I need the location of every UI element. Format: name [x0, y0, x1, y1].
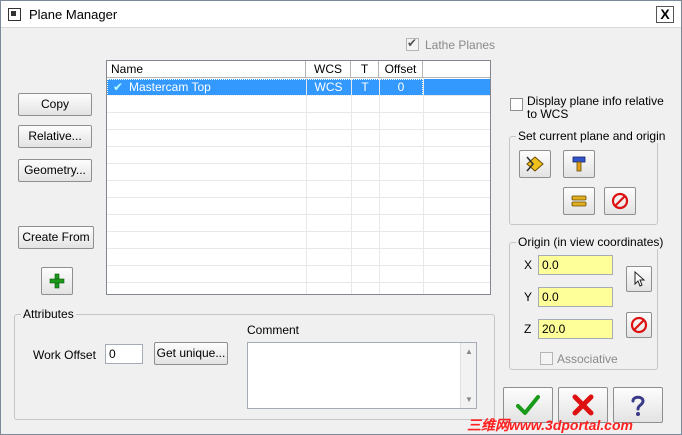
- create-from-button[interactable]: Create From: [18, 226, 94, 249]
- question-mark-icon: [631, 395, 645, 416]
- empty-row: [107, 147, 490, 164]
- scroll-up-icon[interactable]: ▲: [465, 347, 473, 356]
- display-relative-label-line2: to WCS: [527, 107, 569, 121]
- checkmark-icon: [516, 395, 540, 415]
- get-unique-button[interactable]: Get unique...: [154, 342, 228, 365]
- empty-row: [107, 113, 490, 130]
- column-header-t[interactable]: T: [351, 61, 379, 78]
- close-button[interactable]: X: [656, 6, 674, 23]
- set-from-view-button[interactable]: [519, 150, 551, 178]
- select-origin-button[interactable]: [626, 266, 652, 292]
- origin-x-input[interactable]: 0.0: [538, 255, 613, 275]
- scroll-down-icon[interactable]: ▼: [465, 395, 473, 404]
- empty-row: [107, 232, 490, 249]
- origin-group-title: Origin (in view coordinates): [516, 235, 666, 249]
- column-header-offset[interactable]: Offset: [379, 61, 423, 78]
- associative-label: Associative: [557, 352, 618, 366]
- empty-row: [107, 215, 490, 232]
- comment-scrollbar[interactable]: ▲ ▼: [460, 343, 476, 408]
- empty-row: [107, 130, 490, 147]
- column-header-name[interactable]: Name: [107, 61, 306, 78]
- associative-checkbox[interactable]: [540, 352, 553, 365]
- plane-list-header: Name WCS T Offset: [107, 61, 490, 78]
- origin-y-label: Y: [524, 290, 533, 304]
- column-divider: [351, 78, 352, 294]
- lathe-planes-label: Lathe Planes: [425, 38, 496, 52]
- add-plane-button[interactable]: [41, 267, 73, 295]
- plus-icon: [49, 273, 65, 289]
- comment-label: Comment: [247, 323, 300, 337]
- copy-button[interactable]: Copy: [18, 93, 92, 116]
- lathe-planes-checkbox[interactable]: [406, 36, 419, 51]
- empty-row: [107, 249, 490, 266]
- row-focus-outline: [107, 79, 423, 96]
- attributes-title: Attributes: [21, 307, 76, 321]
- tool-icon: [572, 156, 586, 172]
- origin-y-input[interactable]: 0.0: [538, 287, 613, 307]
- cursor-arrow-icon: [634, 271, 646, 287]
- column-divider: [379, 78, 380, 294]
- view-plane-icon: [526, 156, 544, 172]
- prohibited-icon: [630, 316, 648, 334]
- work-offset-input[interactable]: 0: [105, 344, 143, 364]
- origin-z-label: Z: [524, 322, 532, 336]
- empty-row: [107, 266, 490, 283]
- plane-list[interactable]: Name WCS T Offset ✔ Mastercam Top WCS T …: [106, 60, 491, 295]
- window-app-icon: [8, 8, 21, 21]
- empty-row: [107, 198, 490, 215]
- close-icon: X: [660, 6, 670, 22]
- set-equal-button[interactable]: [563, 187, 595, 215]
- origin-x-label: X: [524, 258, 533, 272]
- empty-row: [107, 181, 490, 198]
- plane-manager-window: Plane Manager X Lathe Planes Copy Relati…: [0, 0, 682, 435]
- watermark-text: 三维网www.3dportal.com: [467, 417, 633, 433]
- window-title: Plane Manager: [29, 7, 118, 22]
- table-row[interactable]: ✔ Mastercam Top WCS T 0: [107, 79, 490, 96]
- comment-textarea[interactable]: ▲ ▼: [247, 342, 477, 409]
- relative-button[interactable]: Relative...: [18, 125, 92, 148]
- geometry-button[interactable]: Geometry...: [18, 159, 92, 182]
- empty-row: [107, 164, 490, 181]
- set-from-tool-button[interactable]: [563, 150, 595, 178]
- column-header-wcs[interactable]: WCS: [306, 61, 351, 78]
- column-divider: [306, 78, 307, 294]
- clear-current-plane-button[interactable]: [604, 187, 636, 215]
- origin-z-input[interactable]: 20.0: [538, 319, 613, 339]
- work-offset-label: Work Offset: [33, 348, 96, 362]
- prohibited-icon: [611, 192, 629, 210]
- equals-icon: [571, 195, 587, 207]
- title-bar: Plane Manager X: [1, 1, 681, 28]
- set-current-plane-title: Set current plane and origin: [516, 129, 668, 143]
- x-icon: [572, 394, 594, 416]
- empty-row: [107, 96, 490, 113]
- clear-origin-button[interactable]: [626, 312, 652, 338]
- display-relative-label-line1: Display plane info relative: [527, 94, 664, 108]
- column-divider: [423, 78, 424, 294]
- display-relative-checkbox[interactable]: [510, 98, 523, 111]
